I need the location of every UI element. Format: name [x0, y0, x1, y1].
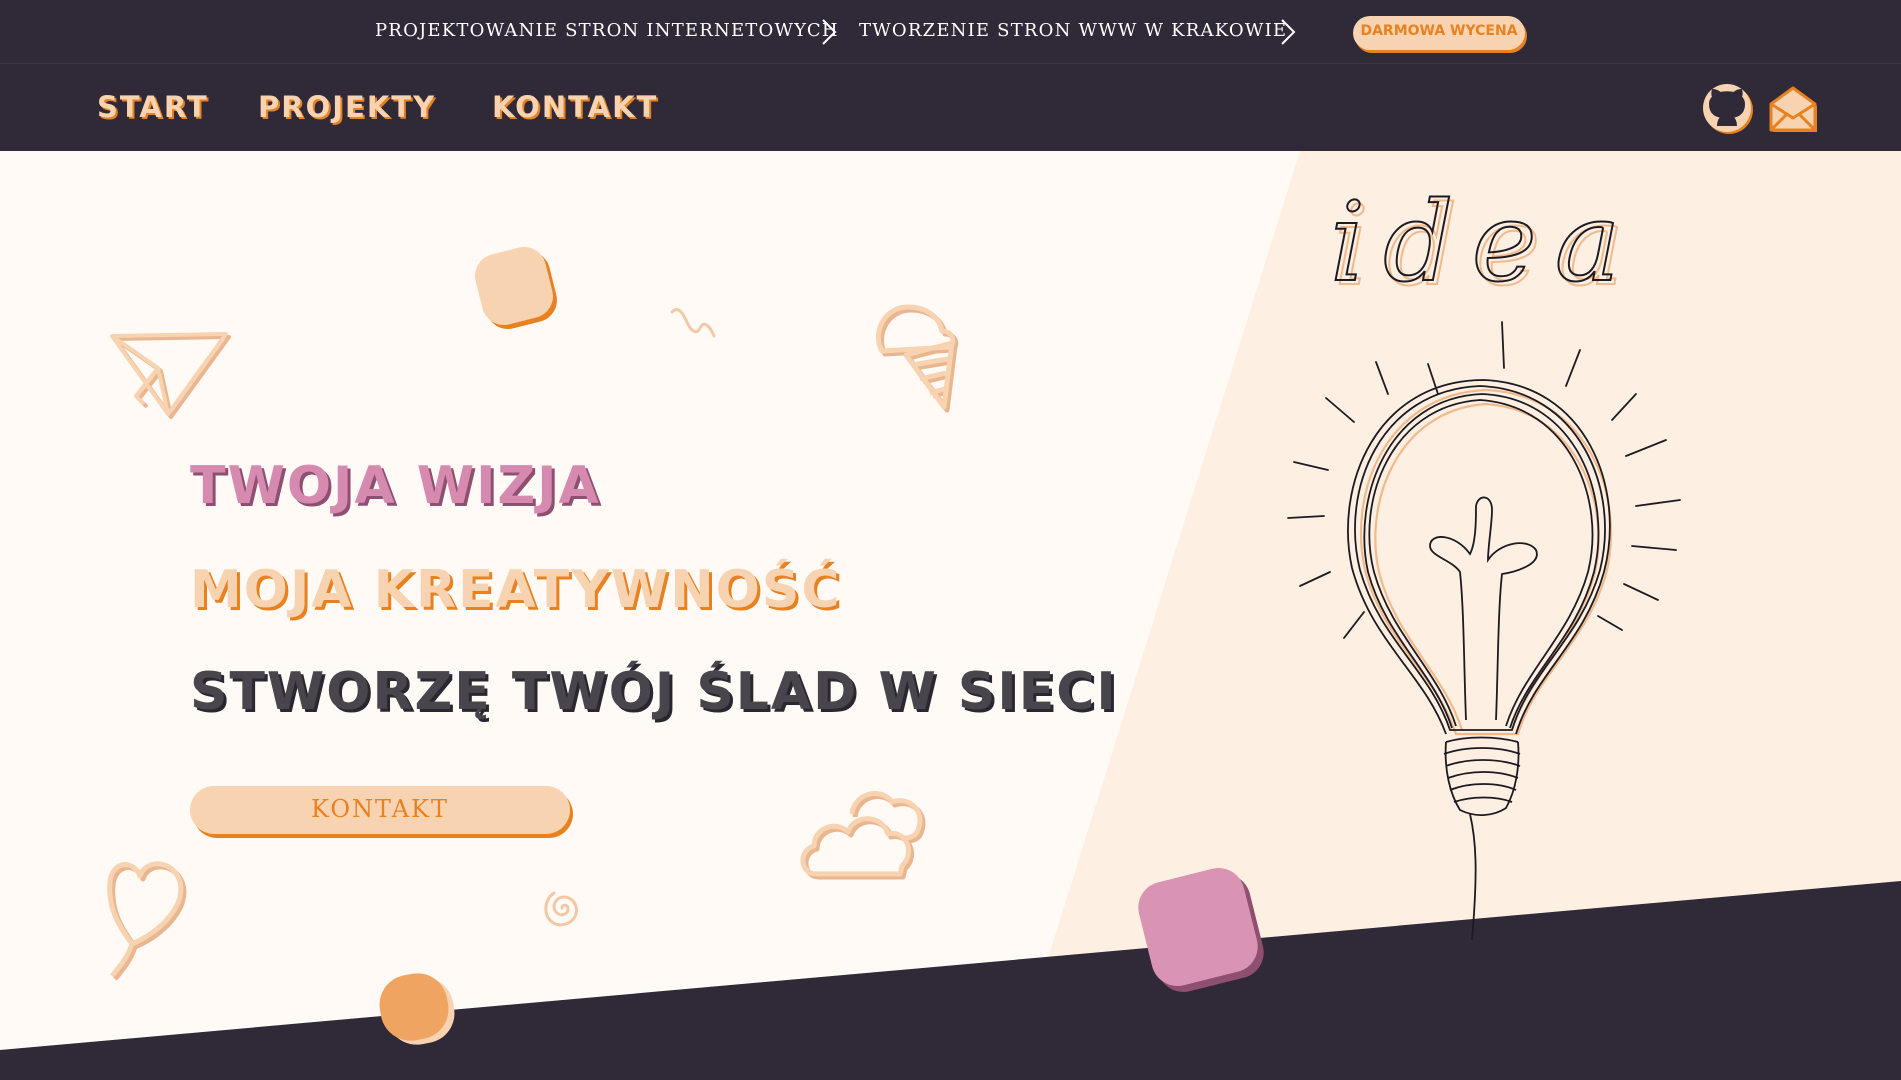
squiggle	[670, 308, 716, 338]
rounded-square	[475, 247, 557, 329]
lightbulb-icon	[1287, 321, 1681, 941]
breadcrumb-krakow[interactable]: TWORZENIE STRON WWW W KRAKOWIE	[859, 20, 1287, 41]
spiral-icon	[544, 891, 578, 927]
nav-kontakt[interactable]: KONTAKT	[492, 90, 658, 124]
paper-plane-icon	[110, 332, 231, 419]
ice-cream-icon	[875, 304, 959, 413]
chevron-right-icon	[822, 19, 837, 45]
free-quote-button[interactable]: DARMOWA WYCENA	[1353, 16, 1525, 50]
top-bar: PROJEKTOWANIE STRON INTERNETOWYCH TWORZE…	[0, 0, 1901, 64]
pink-rounded-square	[1138, 868, 1264, 992]
chevron-right-icon	[1281, 19, 1296, 45]
cloud-icon	[800, 791, 926, 880]
main-nav: START PROJEKTY KONTAKT	[0, 64, 1901, 151]
nav-start[interactable]: START	[97, 90, 209, 124]
hero-line-vision: TWOJA WIZJA	[190, 456, 601, 516]
hero-line-tagline: STWORZĘ TWÓJ ŚLAD W SIECI	[190, 662, 1118, 722]
breadcrumb-web-design[interactable]: PROJEKTOWANIE STRON INTERNETOWYCH	[375, 20, 839, 41]
nav-projekty[interactable]: PROJEKTY	[258, 90, 436, 124]
svg-text:idea: idea	[1330, 178, 1638, 306]
contact-cta-button[interactable]: KONTAKT	[190, 786, 570, 834]
heart-balloon-icon	[107, 861, 187, 981]
hero-line-creativity: MOJA KREATYWNOŚĆ	[190, 560, 842, 620]
idea-handwriting: idea idea	[1329, 177, 1638, 311]
envelope-icon[interactable]	[1767, 82, 1821, 136]
circle-blob	[379, 973, 455, 1045]
github-icon[interactable]	[1701, 82, 1755, 136]
